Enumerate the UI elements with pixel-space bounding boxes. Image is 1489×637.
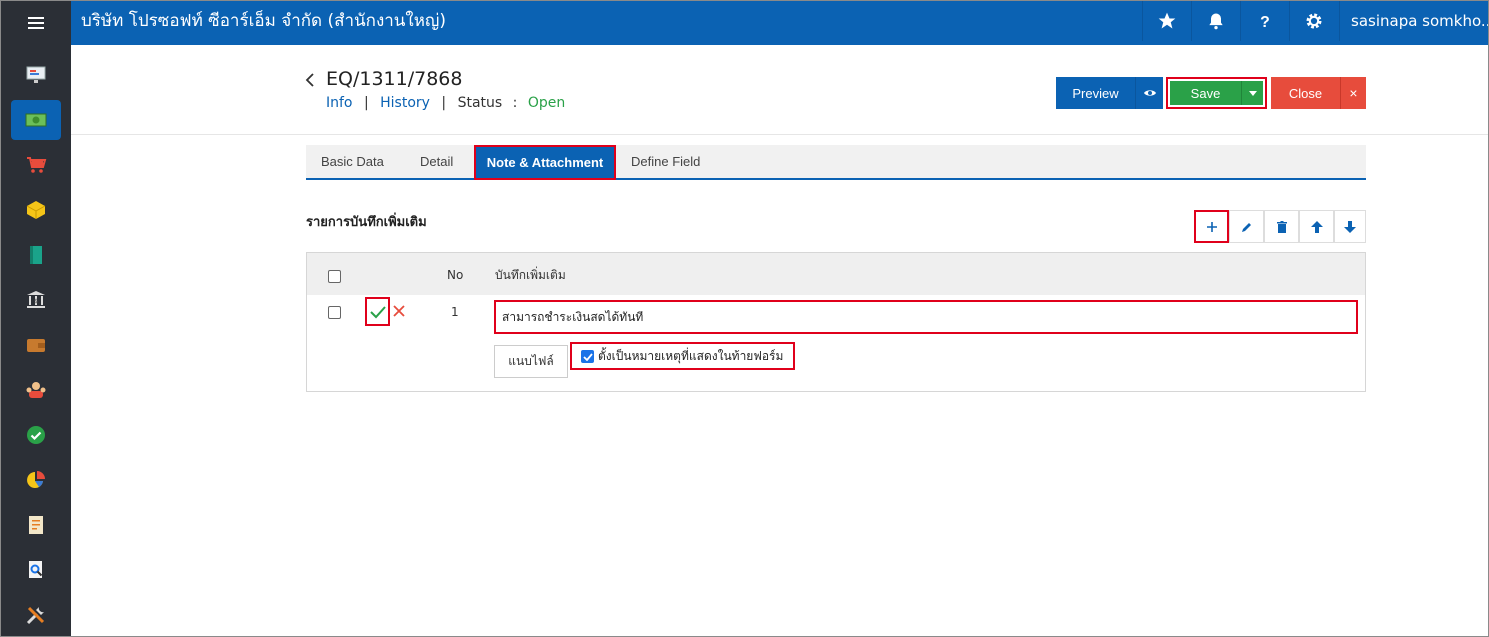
save-button-group: Save bbox=[1166, 77, 1267, 109]
note-input[interactable]: สามารถชำระเงินสดได้ทันที bbox=[494, 300, 1358, 334]
cancel-x-icon[interactable] bbox=[391, 301, 407, 321]
document-number: EQ/1311/7868 bbox=[326, 68, 463, 90]
box-icon[interactable] bbox=[11, 190, 61, 230]
report-icon[interactable] bbox=[11, 505, 61, 545]
table-header: No บันทึกเพิ่มเติม bbox=[307, 253, 1365, 295]
tab-detail[interactable]: Detail bbox=[420, 145, 453, 178]
menu-icon[interactable] bbox=[1, 1, 71, 45]
row-number: 1 bbox=[451, 305, 459, 319]
svg-text:$: $ bbox=[34, 298, 38, 305]
company-name[interactable]: บริษัท โปรซอฟท์ ซีอาร์เอ็ม จำกัด (สำนักง… bbox=[81, 1, 446, 41]
footer-note-checkbox[interactable] bbox=[581, 350, 594, 363]
gear-icon[interactable] bbox=[1289, 1, 1338, 41]
history-link[interactable]: History bbox=[380, 95, 430, 111]
user-menu[interactable]: sasinapa somkho... bbox=[1339, 1, 1488, 41]
notes-toolbar bbox=[1194, 210, 1366, 243]
monitor-icon[interactable] bbox=[11, 55, 61, 95]
tab-define-field[interactable]: Define Field bbox=[631, 145, 700, 178]
preview-button[interactable]: Preview bbox=[1056, 77, 1135, 109]
eye-icon[interactable] bbox=[1135, 77, 1163, 109]
bank-icon[interactable]: $ bbox=[11, 280, 61, 320]
close-icon[interactable]: × bbox=[1340, 77, 1366, 109]
attach-file-button[interactable]: แนบไฟล์ bbox=[494, 345, 568, 378]
column-note: บันทึกเพิ่มเติม bbox=[495, 268, 566, 282]
sidebar: $ bbox=[1, 1, 71, 636]
people-icon[interactable] bbox=[11, 370, 61, 410]
tools-icon[interactable] bbox=[11, 595, 61, 635]
star-icon[interactable] bbox=[1142, 1, 1191, 41]
arrow-up-icon[interactable] bbox=[1299, 210, 1334, 243]
tab-bar: Basic Data Detail Note & Attachment Defi… bbox=[306, 145, 1366, 180]
svg-text:?: ? bbox=[1260, 14, 1270, 31]
cash-icon[interactable] bbox=[11, 100, 61, 140]
status-value: Open bbox=[527, 95, 566, 111]
column-no: No bbox=[447, 268, 464, 282]
app-window: $ บริษัท โปรซอฟท์ ซีอาร์เอ็ม จำกัด (สำนั… bbox=[0, 0, 1489, 637]
bell-icon[interactable] bbox=[1191, 1, 1240, 41]
caret-down-icon[interactable] bbox=[1241, 81, 1263, 105]
check-circle-icon[interactable] bbox=[11, 415, 61, 455]
status-label: Status bbox=[457, 95, 503, 111]
wallet-icon[interactable] bbox=[11, 325, 61, 365]
section-title: รายการบันทึกเพิ่มเติม bbox=[306, 215, 427, 230]
document-links: Info | History | Status : Open bbox=[326, 95, 565, 111]
delete-icon[interactable] bbox=[1264, 210, 1299, 243]
edit-icon[interactable] bbox=[1229, 210, 1264, 243]
separator: | bbox=[363, 95, 369, 111]
top-bar: บริษัท โปรซอฟท์ ซีอาร์เอ็ม จำกัด (สำนักง… bbox=[71, 1, 1488, 45]
confirm-check-icon[interactable] bbox=[365, 297, 390, 326]
tab-basic-data[interactable]: Basic Data bbox=[321, 145, 384, 178]
cart-icon[interactable] bbox=[11, 145, 61, 185]
help-icon[interactable]: ? bbox=[1240, 1, 1289, 41]
pie-chart-icon[interactable] bbox=[11, 460, 61, 500]
separator: | bbox=[441, 95, 447, 111]
close-button[interactable]: Close bbox=[1271, 77, 1340, 109]
add-icon[interactable] bbox=[1194, 210, 1229, 243]
tab-note-attachment[interactable]: Note & Attachment bbox=[474, 145, 616, 180]
select-all-checkbox[interactable] bbox=[328, 270, 341, 283]
footer-note-option[interactable]: ตั้งเป็นหมายเหตุที่แสดงในท้ายฟอร์ม bbox=[570, 342, 795, 370]
arrow-down-icon[interactable] bbox=[1334, 210, 1366, 243]
save-button[interactable]: Save bbox=[1170, 81, 1241, 105]
back-chevron-icon[interactable] bbox=[305, 71, 315, 92]
footer-note-label: ตั้งเป็นหมายเหตุที่แสดงในท้ายฟอร์ม bbox=[598, 349, 784, 363]
search-doc-icon[interactable] bbox=[11, 550, 61, 590]
status-colon: : bbox=[512, 95, 518, 111]
divider bbox=[71, 134, 1488, 135]
book-icon[interactable] bbox=[11, 235, 61, 275]
row-checkbox[interactable] bbox=[328, 306, 341, 319]
info-link[interactable]: Info bbox=[326, 95, 353, 111]
notes-table: No บันทึกเพิ่มเติม 1 สามารถชำระเงินสดได้… bbox=[306, 252, 1366, 392]
